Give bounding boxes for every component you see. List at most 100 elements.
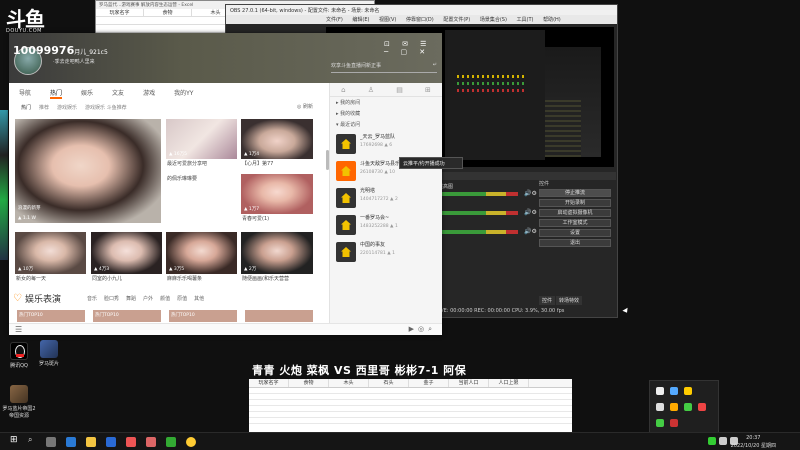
desktop-icon-game2[interactable]: 罗马蓝片帝国2帝国资源 [2, 385, 36, 419]
tray-icon[interactable] [684, 387, 692, 395]
app-icon[interactable] [106, 437, 116, 447]
obs-menu-edit[interactable]: 编辑(E) [352, 17, 369, 23]
start-record-button[interactable]: 开始录制 [539, 199, 611, 207]
section-tab[interactable]: 原值 [177, 295, 187, 302]
studio-mode-button[interactable]: 工作室模式 [539, 219, 611, 227]
tray-icon[interactable] [656, 387, 664, 395]
douyu-client-window[interactable]: 10099976月儿_921c5 ·季去走吧鸭人里来 ⊡ ✉ ☰ ─ ▢ ✕ 欢… [9, 33, 442, 335]
recent-visits-link[interactable]: ▾ 最近访问 [330, 119, 442, 130]
recent-room-item[interactable]: 光明塔 1404717272 ▲ 2 [330, 184, 442, 211]
obs-menu-tools[interactable]: 工具(T) [517, 17, 534, 23]
obs-menu-docks[interactable]: 停靠窗口(D) [406, 17, 434, 23]
home-icon[interactable]: ⌂ [341, 86, 345, 94]
section-tab[interactable]: 脸口秀 [104, 295, 119, 302]
header-cell[interactable]: 石头 [369, 379, 409, 387]
subtab-recommend[interactable]: 推荐 [39, 101, 49, 113]
stop-stream-button[interactable]: 停止推流 [539, 189, 611, 197]
obs-menu-help[interactable]: 帮助(H) [543, 17, 561, 23]
tab-transitions[interactable]: 转场特效 [556, 296, 583, 305]
bottom-actions[interactable]: ▶◎⌕ [409, 325, 436, 334]
recent-room-item[interactable]: 一番罗马会~ 1483252288 ▲ 1 [330, 211, 442, 238]
tab-my-yy[interactable]: 我的YY [174, 85, 193, 99]
window-buttons[interactable]: ⊡ ✉ ☰ ─ ▢ ✕ [384, 40, 442, 56]
obs-menu-file[interactable]: 文件(F) [326, 17, 343, 23]
tab-friends[interactable]: 文友 [112, 85, 124, 99]
exit-button[interactable]: 退出 [539, 239, 611, 247]
tray-icon[interactable] [684, 403, 692, 411]
header-cell[interactable]: 玩家名字 [96, 9, 144, 16]
header-cell[interactable]: 金子 [409, 379, 449, 387]
network-icon[interactable] [719, 437, 727, 445]
stream-tile[interactable]: ▲ 10万 [15, 232, 86, 274]
folder-icon[interactable] [86, 437, 96, 447]
menu-icon[interactable]: ☰ [15, 325, 22, 334]
refresh-button[interactable]: ◎ 刷新 [297, 103, 313, 110]
settings-button[interactable]: 设置 [539, 229, 611, 237]
document-icon[interactable]: ▤ [396, 86, 403, 94]
tab-games[interactable]: 游戏 [143, 85, 155, 99]
clock[interactable]: 20:37 2022/10/20 星期四 [731, 434, 776, 450]
stream-tile[interactable] [245, 310, 313, 322]
subtab-hot[interactable]: 热门 [21, 101, 31, 113]
desktop-icon-qq[interactable]: 腾讯QQ [2, 342, 36, 369]
tray-icon[interactable] [670, 419, 678, 427]
tab-entertainment[interactable]: 娱乐 [81, 85, 93, 99]
tray-icon[interactable] [698, 403, 706, 411]
header-cell[interactable]: 玩家名字 [249, 379, 289, 387]
app-icon[interactable] [126, 437, 136, 447]
volume-icon[interactable]: 🔊⚙ [524, 209, 537, 216]
my-favorites-link[interactable]: ▸ 我的收藏 [330, 108, 442, 119]
subtab-douyu-rec[interactable]: 游戏娱乐 斗鱼推荐 [85, 101, 127, 113]
section-tab[interactable]: 舞蹈 [126, 295, 136, 302]
tray-icon[interactable] [656, 419, 664, 427]
app-icon[interactable] [166, 437, 176, 447]
tray-icon[interactable] [670, 403, 678, 411]
section-tab[interactable]: 音乐 [87, 295, 97, 302]
search-input[interactable]: 欢享斗鱼直播间新正事 ↵ [331, 59, 437, 73]
stream-tile[interactable]: ▲ 4万3 [91, 232, 162, 274]
stream-tile[interactable]: 热门TOP10 [93, 310, 161, 322]
header-cell[interactable]: 木头 [329, 379, 369, 387]
windows-start-icon[interactable]: ⊞ [10, 435, 20, 445]
my-room-link[interactable]: ▸ 我的房间 [330, 97, 442, 108]
wechat-icon[interactable] [708, 437, 716, 445]
spreadsheet-window[interactable]: 玩家名字 食物 木头 石头 金子 当前人口 人口上限 [249, 379, 572, 432]
section-tab[interactable]: 户外 [143, 295, 153, 302]
tab-controls[interactable]: 控件 [539, 296, 556, 305]
subtab-game-ent[interactable]: 游戏娱乐 [57, 101, 77, 113]
obs-menu-scenes[interactable]: 场景集合(S) [480, 17, 507, 23]
stream-tile[interactable]: ▲ 1万7 [241, 174, 313, 214]
tab-hot[interactable]: 热门 [50, 85, 63, 99]
header-cell[interactable]: 人口上限 [489, 379, 529, 387]
shield-icon[interactable] [670, 387, 678, 395]
obs-menu-profile[interactable]: 配置文件(P) [443, 17, 470, 23]
search-icon[interactable]: ⌕ [28, 435, 38, 445]
task-view-icon[interactable] [46, 437, 56, 447]
recent-room-item[interactable]: _天云_罗马蓝队 17692698 ▲ 6 [330, 130, 442, 157]
back-icon[interactable]: ↵ [433, 62, 437, 68]
tab-guide[interactable]: 导航 [19, 85, 31, 99]
section-tab[interactable]: 其他 [194, 295, 204, 302]
stream-tile[interactable]: 热门TOP10 [17, 310, 85, 322]
header-cell[interactable]: 食物 [289, 379, 329, 387]
recent-room-item[interactable]: 中国的事友 220114781 ▲ 1 [330, 238, 442, 265]
volume-icon[interactable]: 🔊⚙ [524, 190, 537, 197]
app-icon[interactable] [146, 437, 156, 447]
grid-icon[interactable]: ⊞ [425, 86, 431, 94]
desktop-icon-game[interactable]: 罗马斑片 [32, 340, 66, 367]
header-cell[interactable]: 食物 [144, 9, 192, 16]
stream-tile[interactable]: ▲ 16万5 [166, 119, 237, 159]
stream-tile-featured[interactable]: 浪漫的新芽 ▲ 1.1 W [15, 119, 161, 223]
obs-menu-view[interactable]: 视图(V) [379, 17, 396, 23]
chrome-icon[interactable] [186, 437, 196, 447]
stream-tile[interactable]: ▲ 3万5 [166, 232, 237, 274]
stream-tile[interactable]: ▲ 1万4 [241, 119, 313, 159]
spreadsheet-row[interactable] [249, 418, 572, 424]
header-cell[interactable]: 当前人口 [449, 379, 489, 387]
stream-tile[interactable]: 热门TOP10 [169, 310, 237, 322]
user-icon[interactable]: ♙ [368, 86, 374, 94]
volume-icon[interactable]: 🔊⚙ [524, 228, 537, 235]
stream-tile[interactable]: ▲ 2万 [241, 232, 313, 274]
edge-icon[interactable] [66, 437, 76, 447]
section-tab[interactable]: 颜值 [160, 295, 170, 302]
